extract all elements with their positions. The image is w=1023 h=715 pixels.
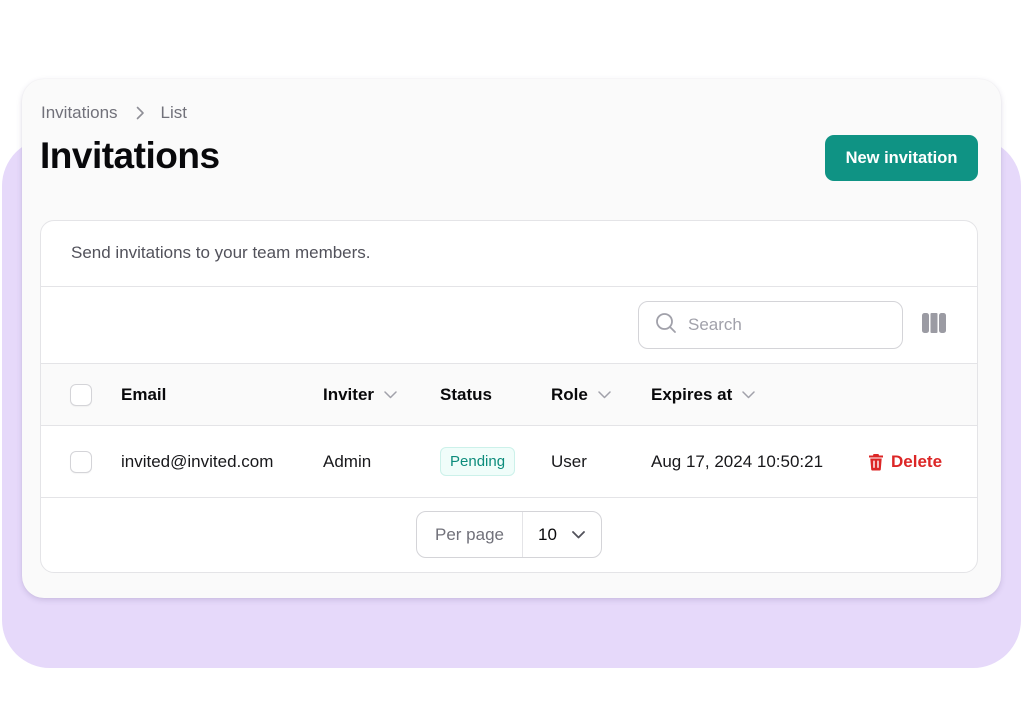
invitations-page-panel: Invitations List Invitations New invitat… xyxy=(22,79,1001,598)
per-page-label: Per page xyxy=(417,512,523,557)
per-page-select[interactable]: 10 xyxy=(523,512,601,557)
inviter-cell: Admin xyxy=(323,451,372,471)
table-toolbar xyxy=(41,287,977,364)
breadcrumb: Invitations List xyxy=(41,103,187,123)
search-input[interactable] xyxy=(688,315,878,335)
select-all-checkbox[interactable] xyxy=(70,383,92,406)
chevron-down-icon xyxy=(598,390,611,399)
search-icon xyxy=(655,312,677,339)
chevron-down-icon xyxy=(384,390,397,399)
row-select-checkbox[interactable] xyxy=(70,450,92,473)
table-header-row: Email Inviter Status Role Expires at xyxy=(41,364,977,426)
status-cell: Pending xyxy=(440,426,516,497)
breadcrumb-item-invitations[interactable]: Invitations xyxy=(41,103,118,123)
new-invitation-button[interactable]: New invitation xyxy=(825,135,978,181)
email-cell: invited@invited.com xyxy=(121,451,274,471)
table-row: invited@invited.com Admin Pending User A… xyxy=(41,426,977,498)
column-header-expires-at[interactable]: Expires at xyxy=(651,364,756,425)
column-header-email: Email xyxy=(121,384,167,404)
delete-label: Delete xyxy=(891,451,943,471)
trash-icon xyxy=(869,453,883,470)
role-cell: User xyxy=(551,451,587,471)
per-page-value: 10 xyxy=(538,524,557,544)
column-toggle-button[interactable] xyxy=(921,312,947,338)
column-header-role[interactable]: Role xyxy=(551,364,611,425)
expires-at-cell: Aug 17, 2024 10:50:21 xyxy=(651,451,824,471)
chevron-right-icon xyxy=(136,106,145,120)
page-title: Invitations xyxy=(40,135,220,176)
delete-button[interactable]: Delete xyxy=(868,426,942,497)
column-header-inviter[interactable]: Inviter xyxy=(323,364,397,425)
chevron-down-icon xyxy=(572,530,585,538)
pagination-per-page: Per page 10 xyxy=(416,511,602,558)
search-field[interactable] xyxy=(638,301,903,349)
breadcrumb-item-list: List xyxy=(160,103,188,122)
invitations-table-card: Send invitations to your team members. E… xyxy=(40,220,978,573)
chevron-down-icon xyxy=(742,390,756,399)
status-badge: Pending xyxy=(440,447,516,476)
column-header-status: Status xyxy=(440,384,492,404)
card-description: Send invitations to your team members. xyxy=(41,221,977,287)
columns-icon xyxy=(922,312,946,338)
